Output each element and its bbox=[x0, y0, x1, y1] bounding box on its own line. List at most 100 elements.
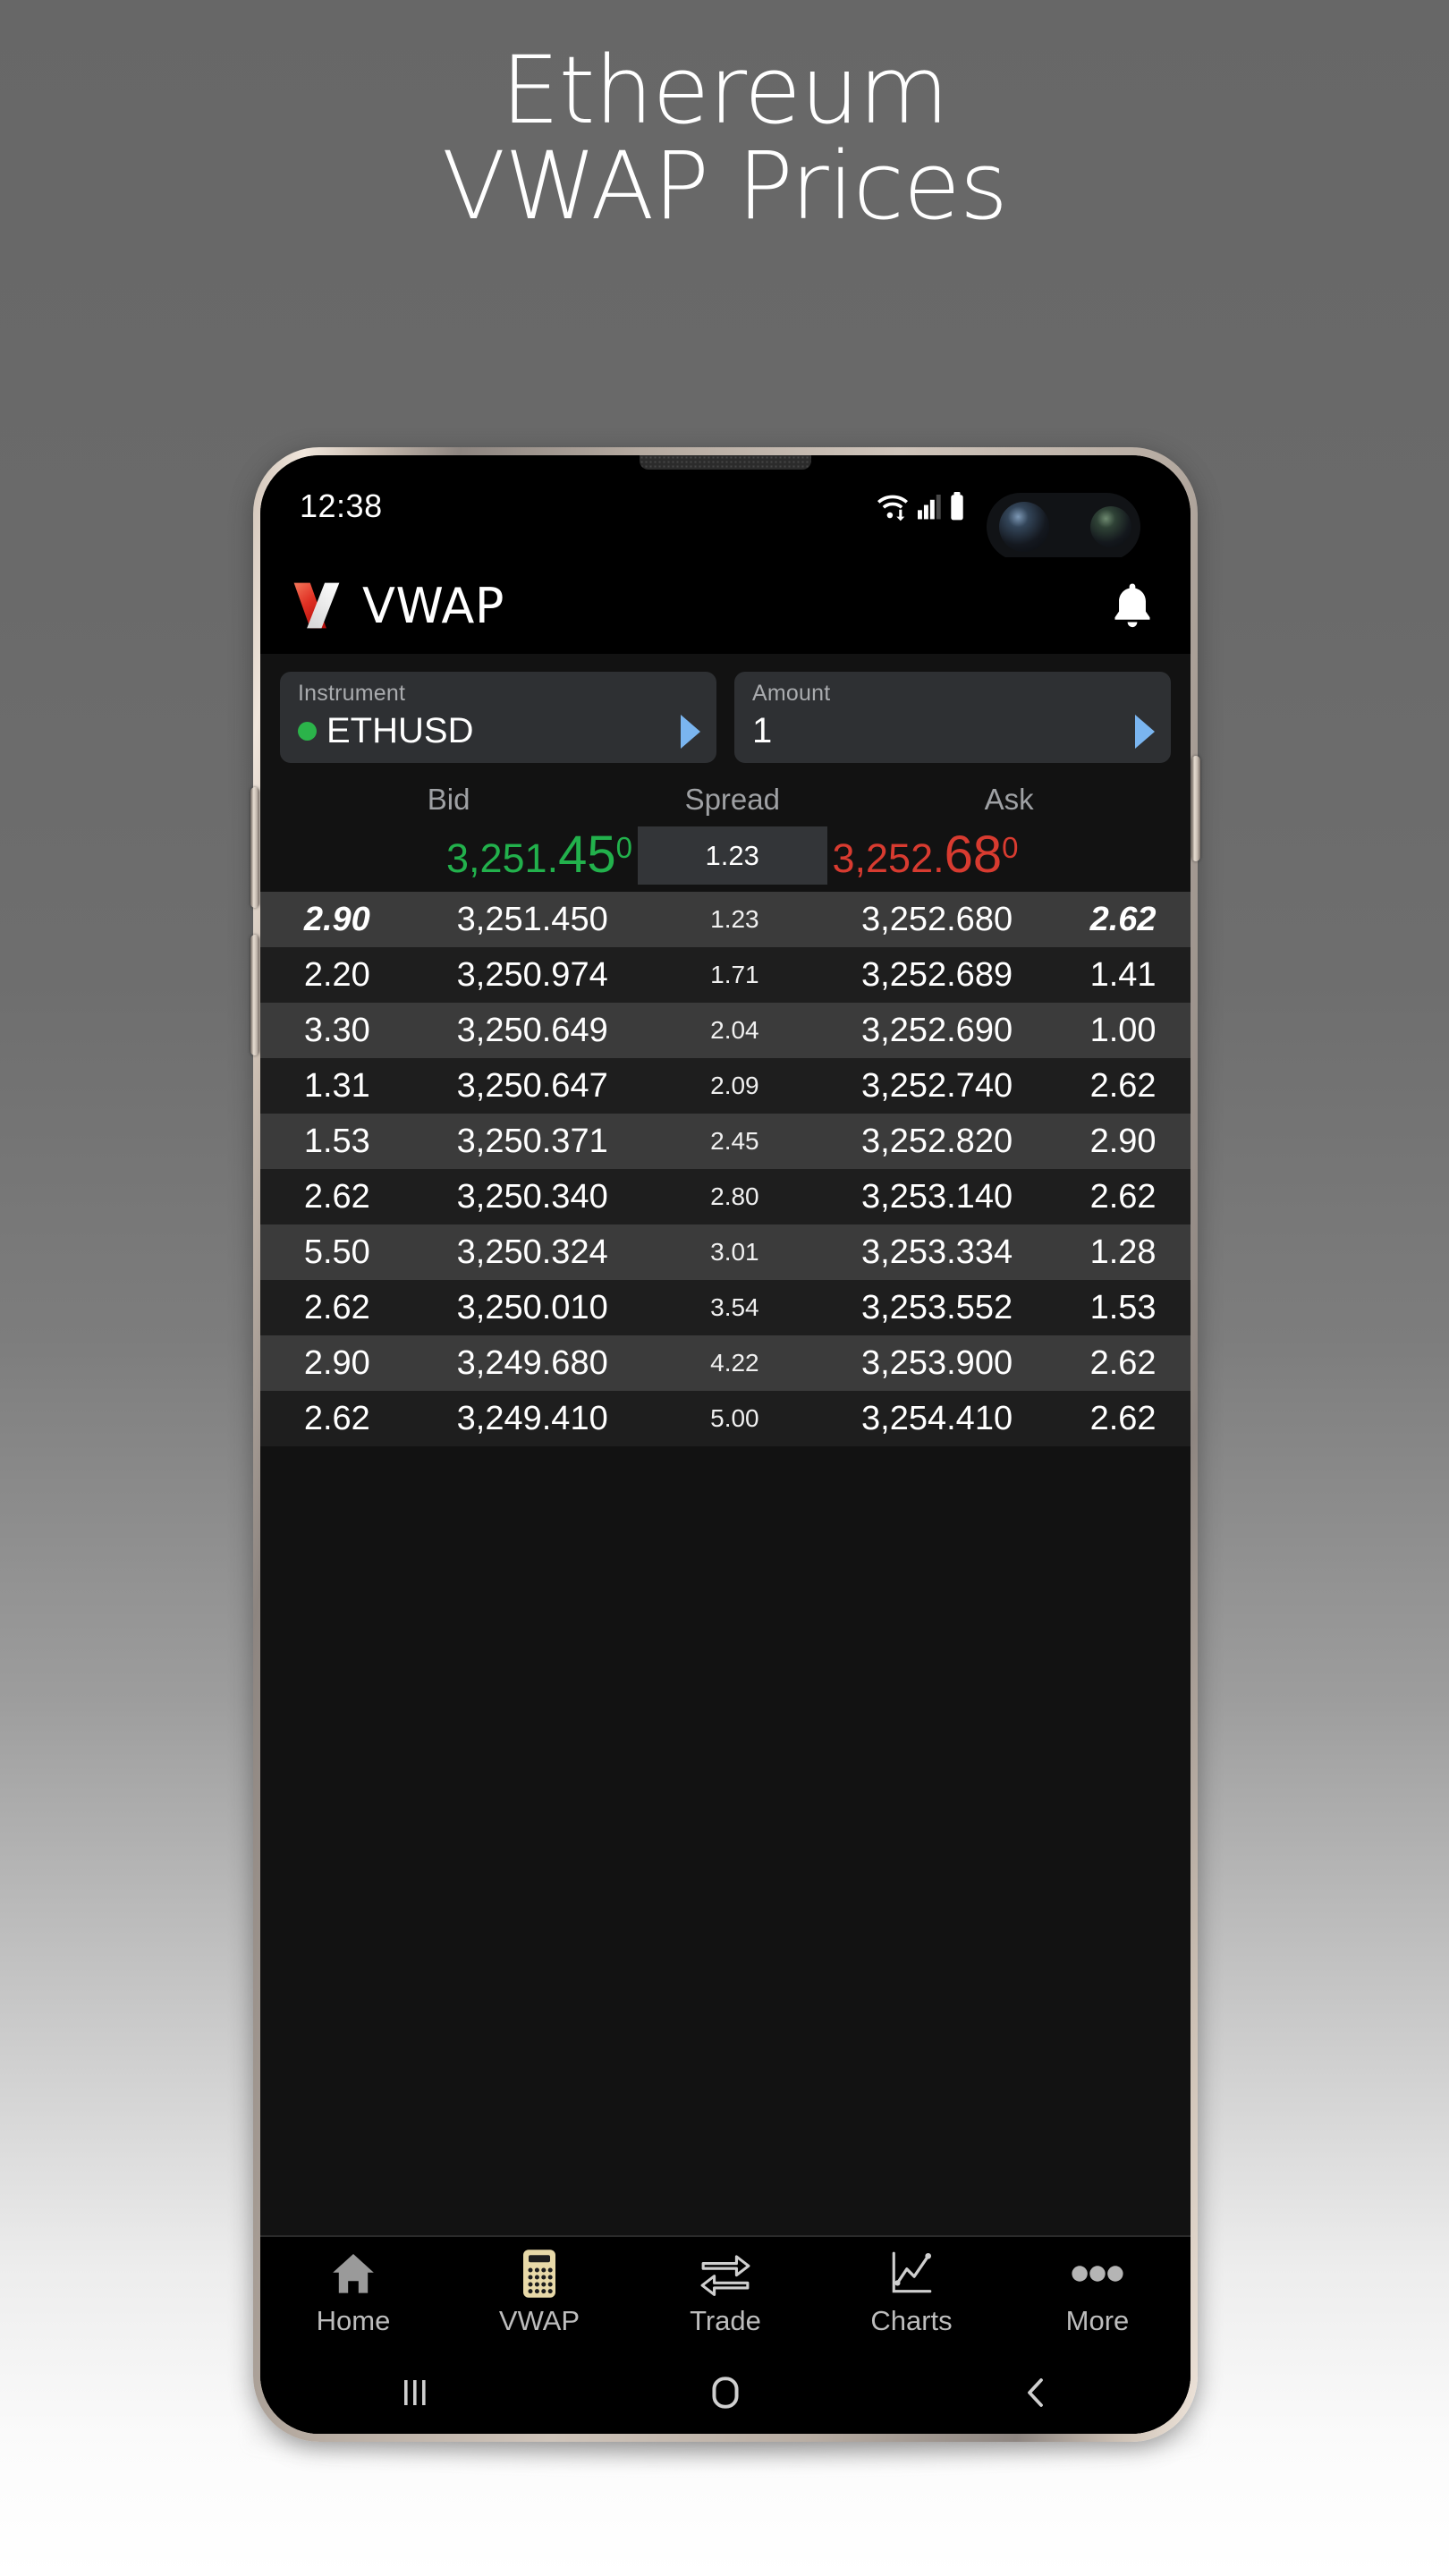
best-spread-value: 1.23 bbox=[637, 826, 827, 885]
table-row[interactable]: 3.30 3,250.649 2.04 3,252.690 1.00 bbox=[260, 1003, 1191, 1058]
table-row[interactable]: 2.62 3,249.410 5.00 3,254.410 2.62 bbox=[260, 1391, 1191, 1446]
cell-ask-size: 1.00 bbox=[1089, 1012, 1157, 1049]
table-row[interactable]: 2.62 3,250.340 2.80 3,253.140 2.62 bbox=[260, 1169, 1191, 1224]
page-title-line-2: VWAP Prices bbox=[441, 131, 1008, 242]
table-row[interactable]: 2.90 3,251.450 1.23 3,252.680 2.62 bbox=[260, 892, 1191, 947]
cell-bid-size: 1.53 bbox=[303, 1123, 370, 1160]
best-ask-price[interactable]: 3,252.680 bbox=[827, 829, 1187, 881]
ask-column-header: Ask bbox=[984, 783, 1034, 816]
cell-ask-price: 3,252.820 bbox=[861, 1123, 1013, 1160]
cell-ask-price: 3,253.140 bbox=[861, 1178, 1013, 1216]
cell-ask-size: 2.62 bbox=[1089, 1067, 1157, 1105]
amount-selector-value: 1 bbox=[752, 711, 773, 750]
back-button[interactable] bbox=[880, 2373, 1191, 2412]
best-bid-sup: 0 bbox=[615, 831, 632, 864]
instrument-selector-value: ETHUSD bbox=[326, 711, 474, 750]
cell-bid-price: 3,250.371 bbox=[456, 1123, 608, 1160]
cell-ask-size: 2.90 bbox=[1089, 1123, 1157, 1160]
best-ask-sup: 0 bbox=[1002, 831, 1019, 864]
amount-selector[interactable]: Amount 1 bbox=[734, 672, 1171, 763]
nav-item-charts[interactable]: Charts bbox=[818, 2250, 1004, 2334]
cell-spread: 2.04 bbox=[710, 1016, 759, 1044]
cell-spread: 2.80 bbox=[710, 1182, 759, 1210]
app-content-area: Instrument ETHUSD Amount 1 Bid Spread As… bbox=[260, 654, 1191, 2341]
table-row[interactable]: 5.50 3,250.324 3.01 3,253.334 1.28 bbox=[260, 1224, 1191, 1280]
cell-bid-size: 2.90 bbox=[303, 901, 370, 938]
amount-selector-label: Amount bbox=[752, 681, 831, 706]
ellipsis-icon bbox=[1072, 2250, 1123, 2298]
volume-up-button[interactable] bbox=[250, 787, 259, 908]
cell-ask-price: 3,253.552 bbox=[861, 1289, 1013, 1326]
cell-spread: 3.54 bbox=[710, 1293, 759, 1321]
battery-icon bbox=[951, 492, 963, 521]
quote-depth-table: 2.90 3,251.450 1.23 3,252.680 2.62 2.20 3,250.… bbox=[260, 892, 1191, 1446]
cell-bid-size: 3.30 bbox=[303, 1012, 370, 1049]
cell-bid-size: 2.90 bbox=[303, 1344, 370, 1382]
cell-ask-price: 3,252.689 bbox=[861, 956, 1013, 994]
page-title: Ethereum VWAP Prices bbox=[0, 36, 1449, 242]
cell-spread: 1.71 bbox=[710, 961, 759, 988]
best-bid-lead: 3,251. bbox=[445, 835, 559, 881]
cell-ask-price: 3,252.680 bbox=[861, 901, 1013, 938]
cell-spread: 4.22 bbox=[710, 1349, 759, 1377]
cell-bid-price: 3,250.010 bbox=[456, 1289, 608, 1326]
cell-bid-size: 2.62 bbox=[303, 1400, 370, 1437]
cell-ask-price: 3,254.410 bbox=[861, 1400, 1013, 1437]
cell-ask-size: 1.53 bbox=[1089, 1289, 1157, 1326]
best-bid-big: 45 bbox=[558, 826, 616, 884]
chevron-right-icon[interactable] bbox=[1135, 715, 1155, 749]
table-row[interactable]: 1.31 3,250.647 2.09 3,252.740 2.62 bbox=[260, 1058, 1191, 1114]
table-row[interactable]: 2.62 3,250.010 3.54 3,253.552 1.53 bbox=[260, 1280, 1191, 1335]
page-title-line-1: Ethereum bbox=[500, 36, 949, 145]
nav-item-label: Charts bbox=[870, 2305, 953, 2336]
cell-ask-price: 3,252.740 bbox=[861, 1067, 1013, 1105]
power-button[interactable] bbox=[1191, 756, 1200, 861]
table-row[interactable]: 2.90 3,249.680 4.22 3,253.900 2.62 bbox=[260, 1335, 1191, 1391]
chevron-right-icon[interactable] bbox=[681, 715, 700, 749]
cell-ask-size: 2.62 bbox=[1089, 1400, 1157, 1437]
cell-spread: 3.01 bbox=[710, 1238, 759, 1266]
recent-apps-button[interactable] bbox=[260, 2373, 571, 2412]
cell-bid-price: 3,250.974 bbox=[456, 956, 608, 994]
phone-bezel: 12:38 VWAP Instrument ETHUSD Amount 1 Bi… bbox=[260, 455, 1191, 2434]
table-row[interactable]: 1.53 3,250.371 2.45 3,252.820 2.90 bbox=[260, 1114, 1191, 1169]
cell-ask-size: 2.62 bbox=[1089, 1344, 1157, 1382]
bottom-navigation-bar: Home VWAP Trade Charts More bbox=[260, 2235, 1191, 2351]
phone-screen: 12:38 VWAP Instrument ETHUSD Amount 1 Bi… bbox=[260, 455, 1191, 2434]
android-system-navigation-bar bbox=[260, 2351, 1191, 2434]
back-chevron-icon bbox=[1027, 2378, 1043, 2407]
nav-item-vwap[interactable]: VWAP bbox=[446, 2250, 632, 2334]
notification-bell-icon[interactable] bbox=[1110, 581, 1155, 630]
wifi-icon bbox=[877, 495, 908, 521]
home-button[interactable] bbox=[571, 2372, 881, 2413]
app-title: VWAP bbox=[362, 577, 504, 634]
cell-bid-size: 2.20 bbox=[303, 956, 370, 994]
cell-bid-price: 3,250.649 bbox=[456, 1012, 608, 1049]
nav-item-home[interactable]: Home bbox=[260, 2250, 446, 2334]
cell-bid-price: 3,249.410 bbox=[456, 1400, 608, 1437]
cell-spread: 1.23 bbox=[710, 905, 759, 933]
cell-ask-size: 2.62 bbox=[1089, 1178, 1157, 1216]
cell-ask-price: 3,253.900 bbox=[861, 1344, 1013, 1382]
spread-column-header: Spread bbox=[684, 783, 780, 816]
nav-item-label: Trade bbox=[690, 2305, 761, 2336]
nav-item-more[interactable]: More bbox=[1004, 2250, 1191, 2334]
cellular-signal-icon bbox=[918, 495, 941, 520]
table-empty-space bbox=[260, 1446, 1191, 2341]
nav-item-label: More bbox=[1065, 2305, 1130, 2336]
instrument-selector-label: Instrument bbox=[298, 681, 406, 706]
cell-ask-size: 2.62 bbox=[1089, 901, 1157, 938]
best-bid-price[interactable]: 3,251.450 bbox=[264, 829, 638, 881]
cell-bid-size: 1.31 bbox=[303, 1067, 370, 1105]
cell-spread: 5.00 bbox=[710, 1404, 759, 1432]
quote-summary-values: 3,251.450 1.23 3,252.680 bbox=[260, 818, 1191, 892]
calculator-icon bbox=[517, 2250, 562, 2298]
quote-summary-headers: Bid Spread Ask bbox=[260, 775, 1191, 818]
volume-down-button[interactable] bbox=[250, 935, 259, 1055]
table-row[interactable]: 2.20 3,250.974 1.71 3,252.689 1.41 bbox=[260, 947, 1191, 1003]
nav-item-trade[interactable]: Trade bbox=[632, 2250, 818, 2334]
cell-ask-size: 1.28 bbox=[1089, 1233, 1157, 1271]
home-icon bbox=[329, 2250, 377, 2298]
instrument-selector[interactable]: Instrument ETHUSD bbox=[280, 672, 716, 763]
recent-apps-icon bbox=[404, 2380, 426, 2405]
